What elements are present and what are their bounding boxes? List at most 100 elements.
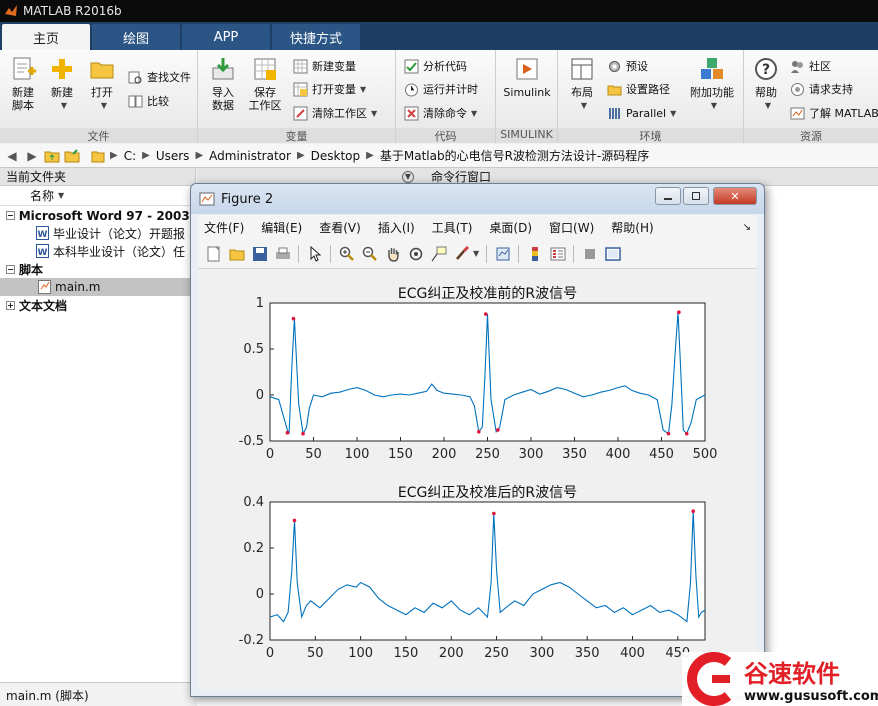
layout-button[interactable]: 布局 ▼ — [560, 56, 604, 112]
breadcrumb-drive[interactable]: C: — [124, 149, 136, 163]
print-button[interactable] — [271, 242, 294, 265]
x-tick-label: 0 — [266, 447, 274, 462]
community-button[interactable]: 社区 — [790, 57, 831, 75]
plot-area: ECG纠正及校准前的R波信号 0 50 100 150 200 250 300 350 400 4… — [239, 285, 718, 661]
r-peak-marker — [285, 430, 290, 435]
maximize-icon — [692, 192, 700, 200]
hide-plot-tools-button[interactable] — [578, 242, 601, 265]
run-and-time-button[interactable]: 运行并计时 — [404, 80, 478, 98]
save-workspace-button[interactable]: 保存 工作区 — [243, 56, 287, 112]
preferences-button[interactable]: 预设 — [607, 57, 648, 75]
breadcrumb-desktop[interactable]: Desktop — [311, 149, 361, 163]
new-script-button[interactable]: 新建 脚本 — [1, 56, 45, 112]
zoom-out-button[interactable] — [358, 242, 381, 265]
tab-apps[interactable]: APP — [182, 24, 270, 50]
compare-button[interactable]: 比较 — [128, 92, 169, 110]
open-variable-icon — [293, 82, 308, 96]
group-word-docs[interactable]: − Microsoft Word 97 - 2003 文 — [0, 206, 195, 224]
r-peak-marker — [292, 518, 297, 523]
import-data-button[interactable]: 导入 数据 — [201, 56, 245, 112]
x-tick-label: 250 — [475, 447, 500, 462]
menu-view[interactable]: 查看(V) — [319, 219, 361, 236]
menu-edit[interactable]: 编辑(E) — [261, 219, 302, 236]
request-support-button[interactable]: 请求支持 — [790, 80, 853, 98]
show-plot-tools-button[interactable] — [601, 242, 624, 265]
brush-dropdown-icon[interactable]: ▼ — [473, 249, 479, 258]
simulink-group-label: SIMULINK — [496, 128, 557, 143]
x-tick-label: 400 — [620, 646, 645, 661]
group-text-docs[interactable]: + 文本文档 — [0, 296, 195, 314]
breadcrumb-administrator[interactable]: Administrator — [209, 149, 291, 163]
chevron-down-icon: ▼ — [371, 108, 378, 118]
minimize-button[interactable] — [655, 187, 681, 205]
r-peak-marker — [301, 431, 305, 436]
file-item-main-m[interactable]: main.m — [0, 278, 195, 296]
legend-button[interactable] — [546, 242, 569, 265]
menu-help[interactable]: 帮助(H) — [611, 219, 653, 236]
breadcrumb-project-folder[interactable]: 基于Matlab的心电信号R波检测方法设计-源码程序 — [380, 147, 649, 164]
menu-tools[interactable]: 工具(T) — [432, 219, 473, 236]
menu-desktop[interactable]: 桌面(D) — [489, 219, 532, 236]
clear-commands-button[interactable]: 清除命令 ▼ — [404, 104, 477, 122]
tab-plots[interactable]: 绘图 — [92, 24, 180, 50]
menu-file[interactable]: 文件(F) — [204, 219, 244, 236]
r-peak-marker — [677, 310, 681, 314]
back-arrow-icon[interactable]: ◀ — [4, 148, 20, 164]
forward-arrow-icon[interactable]: ▶ — [24, 148, 40, 164]
panel-collapse-icon[interactable]: ▼ — [402, 171, 414, 183]
file-group-label: 文件 — [0, 128, 197, 143]
new-variable-button[interactable]: 新建变量 — [293, 57, 356, 75]
new-figure-button[interactable] — [202, 242, 225, 265]
collapse-icon[interactable]: − — [6, 210, 15, 220]
find-files-button[interactable]: 查找文件 — [128, 68, 191, 86]
expand-icon[interactable]: + — [6, 300, 15, 310]
help-button[interactable]: ? 帮助 ▼ — [744, 56, 788, 112]
link-plot-button[interactable] — [491, 242, 514, 265]
file-group: 新建 脚本 新建 ▼ 打开 ▼ 查找文件 比较 文件 — [0, 50, 198, 143]
breadcrumb-users[interactable]: Users — [156, 149, 190, 163]
legend-icon — [550, 247, 566, 260]
collapse-icon[interactable]: − — [6, 264, 15, 274]
add-ons-button[interactable]: 附加功能 ▼ — [688, 56, 736, 112]
menu-insert[interactable]: 插入(I) — [378, 219, 415, 236]
help-icon: ? — [755, 58, 777, 80]
up-folder-icon[interactable] — [44, 148, 60, 164]
colorbar-button[interactable] — [523, 242, 546, 265]
edit-plot-button[interactable] — [303, 242, 326, 265]
figure-canvas[interactable]: ECG纠正及校准前的R波信号 0 50 100 150 200 250 300 350 400 4… — [198, 269, 757, 690]
save-figure-button[interactable] — [248, 242, 271, 265]
current-folder-header: 当前文件夹 — [0, 168, 195, 186]
file-item[interactable]: W 本科毕业设计（论文）任 — [0, 242, 195, 260]
open-button[interactable]: 打开 ▼ — [80, 56, 124, 112]
x-tick-label: 100 — [348, 646, 373, 661]
dock-arrow-icon[interactable]: ↘ — [743, 222, 751, 233]
group-scripts[interactable]: − 脚本 — [0, 260, 195, 278]
tab-shortcuts[interactable]: 快捷方式 — [272, 24, 360, 50]
parallel-button[interactable]: Parallel ▼ — [607, 104, 676, 122]
maximize-button[interactable] — [683, 187, 709, 205]
file-item[interactable]: W 毕业设计（论文）开题报 — [0, 224, 195, 242]
breadcrumb-separator-icon: ▶ — [366, 150, 374, 161]
learn-matlab-button[interactable]: 了解 MATLAB — [790, 104, 878, 122]
zoom-in-button[interactable] — [335, 242, 358, 265]
file-details-status: main.m (脚本) — [0, 682, 196, 706]
name-column-header[interactable]: 名称 ▼ — [0, 186, 195, 206]
simulink-button[interactable]: Simulink — [496, 56, 558, 99]
rotate-3d-button[interactable] — [404, 242, 427, 265]
data-cursor-button[interactable] — [427, 242, 450, 265]
new-button[interactable]: 新建 ▼ — [40, 56, 84, 112]
tab-home[interactable]: 主页 — [2, 24, 90, 50]
pan-button[interactable] — [381, 242, 404, 265]
word-doc-icon: W — [36, 226, 49, 240]
set-path-button[interactable]: 设置路径 — [607, 80, 670, 98]
open-variable-button[interactable]: 打开变量 ▼ — [293, 80, 366, 98]
browse-folder-icon[interactable] — [64, 148, 80, 164]
analyze-code-button[interactable]: 分析代码 — [404, 57, 467, 75]
menu-window[interactable]: 窗口(W) — [549, 219, 594, 236]
y-tick-label: -0.5 — [239, 434, 264, 449]
open-file-button[interactable] — [225, 242, 248, 265]
clear-workspace-button[interactable]: 清除工作区 ▼ — [293, 104, 377, 122]
close-button[interactable]: ✕ — [713, 187, 757, 205]
brush-button[interactable] — [450, 242, 473, 265]
figure-window: Figure 2 ✕ 文件(F) 编辑(E) 查看(V) 插入(I) 工具(T)… — [190, 183, 765, 697]
